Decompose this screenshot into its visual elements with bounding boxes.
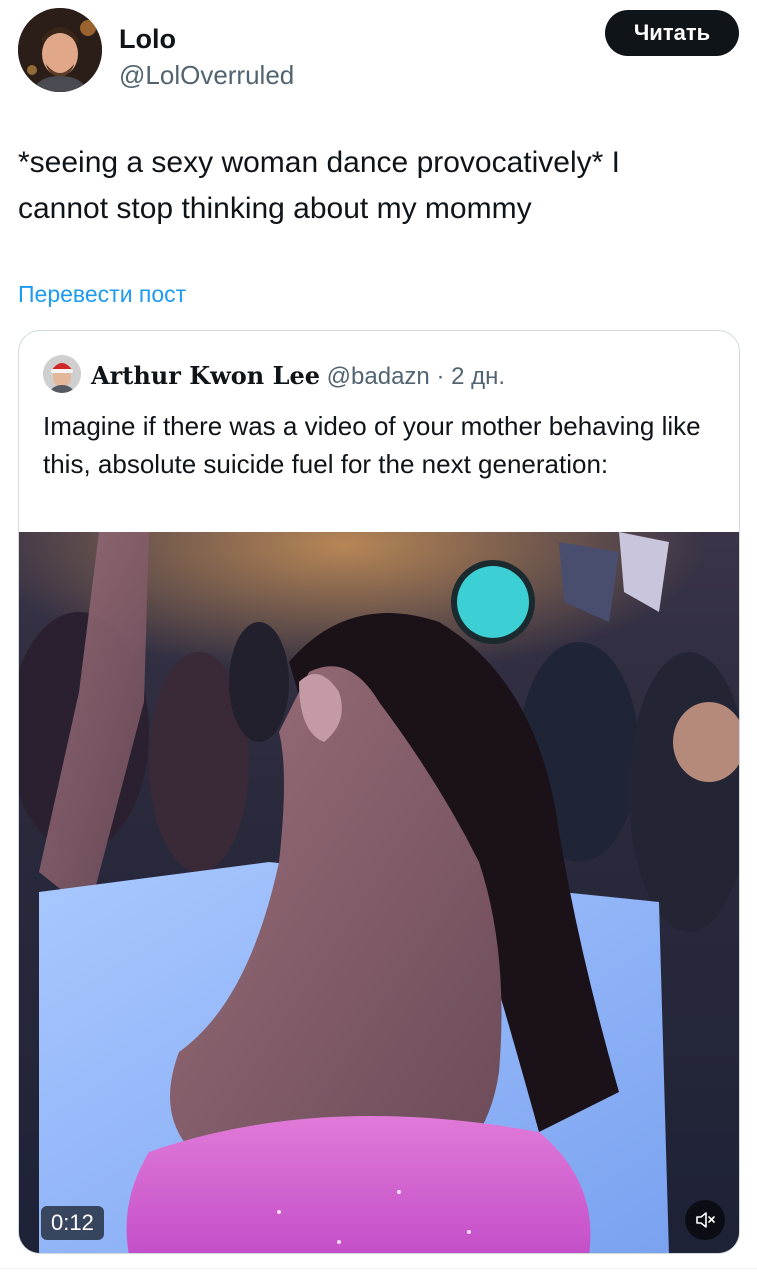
- quoted-post-time[interactable]: 2 дн.: [451, 363, 505, 390]
- speaker-muted-icon: [694, 1209, 716, 1231]
- meta-separator: ·: [436, 363, 445, 390]
- mute-button[interactable]: [685, 1200, 725, 1240]
- quoted-author-avatar[interactable]: [43, 355, 81, 393]
- video-player[interactable]: 0:12: [19, 532, 739, 1253]
- author-name[interactable]: Lolo: [119, 24, 176, 55]
- quoted-author-handle[interactable]: @badazn: [327, 363, 430, 390]
- quoted-post-card[interactable]: Arthur Kwon Lee @badazn · 2 дн. Imagine …: [18, 330, 740, 1254]
- quoted-post-text: Imagine if there was a video of your mot…: [43, 411, 701, 479]
- post-header: Lolo @LolOverruled Читать: [18, 8, 739, 98]
- quoted-post-meta: Arthur Kwon Lee @badazn · 2 дн.: [91, 361, 505, 391]
- author-handle[interactable]: @LolOverruled: [119, 60, 294, 91]
- follow-button[interactable]: Читать: [605, 10, 739, 56]
- avatar-image: [18, 8, 102, 92]
- post-text: *seeing a sexy woman dance provocatively…: [18, 146, 620, 225]
- video-frame: [19, 532, 739, 1253]
- divider: [0, 1268, 757, 1269]
- quoted-avatar-image: [43, 355, 81, 393]
- translate-post-link[interactable]: Перевести пост: [18, 281, 186, 308]
- video-duration-badge: 0:12: [41, 1206, 104, 1240]
- avatar[interactable]: [18, 8, 102, 92]
- quoted-author-name[interactable]: Arthur Kwon Lee: [91, 361, 320, 390]
